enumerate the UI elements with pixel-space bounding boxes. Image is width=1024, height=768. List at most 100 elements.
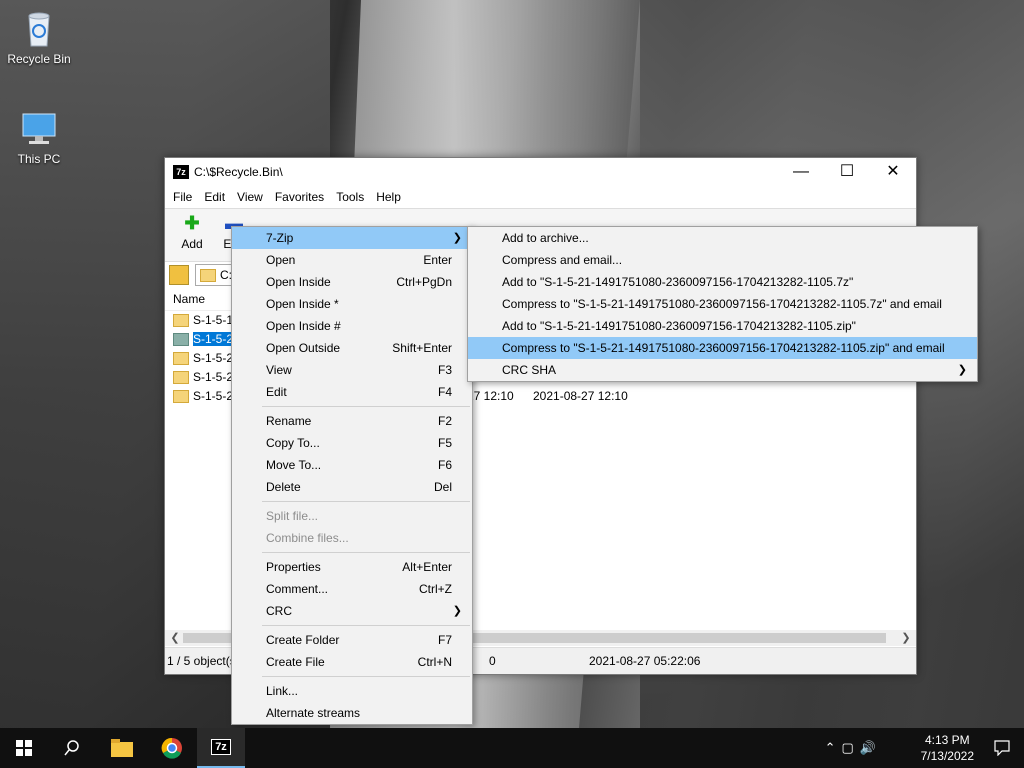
menu-item[interactable]: Link... xyxy=(232,680,472,702)
submenu-arrow-icon: ❯ xyxy=(452,605,462,617)
menu-item[interactable]: Edit F4 xyxy=(232,381,472,403)
close-button[interactable]: ✕ xyxy=(870,158,916,186)
minimize-button[interactable]: — xyxy=(778,158,824,186)
desktop-icon-this-pc[interactable]: This PC xyxy=(1,108,77,166)
menu-item-shortcut: Ctrl+PgDn xyxy=(396,275,452,289)
7zip-app-icon: 7z xyxy=(173,165,189,179)
menu-item[interactable]: Alternate streams xyxy=(232,702,472,724)
folder-icon xyxy=(173,352,189,366)
menu-item: Combine files... xyxy=(232,527,472,549)
volume-icon[interactable]: 🔊 xyxy=(860,740,882,755)
menu-item[interactable]: Compress and email... xyxy=(468,249,977,271)
menu-separator xyxy=(262,501,470,502)
menu-item-label: Split file... xyxy=(266,509,319,523)
menu-tools[interactable]: Tools xyxy=(330,190,370,204)
file-explorer-button[interactable] xyxy=(98,728,146,768)
submenu-arrow-icon: ❯ xyxy=(957,364,967,376)
windows-logo-icon xyxy=(16,740,32,756)
menu-item-label: CRC xyxy=(266,604,292,618)
desktop-icon-recycle-bin[interactable]: Recycle Bin xyxy=(1,8,77,66)
network-icon[interactable]: ▢ xyxy=(842,740,860,755)
add-label: Add xyxy=(181,237,203,251)
menu-item[interactable]: Add to "S-1-5-21-1491751080-2360097156-1… xyxy=(468,271,977,293)
menu-item-label: Copy To... xyxy=(266,436,320,450)
menu-item[interactable]: Comment... Ctrl+Z xyxy=(232,578,472,600)
menu-separator xyxy=(262,406,470,407)
file-created: 2021-08-27 12:10 xyxy=(533,389,628,403)
menu-item-label: Rename xyxy=(266,414,312,428)
menu-item[interactable]: Copy To... F5 xyxy=(232,432,472,454)
folder-icon xyxy=(173,390,189,404)
menu-item-shortcut: Ctrl+Z xyxy=(419,582,452,596)
show-hidden-icons-icon[interactable]: ⌃ xyxy=(825,740,842,755)
taskbar: 7z ⌃▢🔊 4:13 PM 7/13/2022 xyxy=(0,728,1024,768)
folder-icon xyxy=(173,333,189,347)
menu-item[interactable]: Delete Del xyxy=(232,476,472,498)
search-button[interactable] xyxy=(48,728,96,768)
menu-item[interactable]: Create Folder F7 xyxy=(232,629,472,651)
clock[interactable]: 4:13 PM 7/13/2022 xyxy=(921,732,974,764)
menu-file[interactable]: File xyxy=(167,190,198,204)
menu-item-label: Open Inside xyxy=(266,275,331,289)
menu-help[interactable]: Help xyxy=(370,190,407,204)
menu-item[interactable]: Compress to "S-1-5-21-1491751080-2360097… xyxy=(468,337,977,359)
menu-separator xyxy=(262,625,470,626)
window-title: C:\$Recycle.Bin\ xyxy=(194,165,283,179)
start-button[interactable] xyxy=(0,728,48,768)
menu-item[interactable]: Create File Ctrl+N xyxy=(232,651,472,673)
menu-item[interactable]: Open Inside # xyxy=(232,315,472,337)
7zip-taskbar-button[interactable]: 7z xyxy=(197,728,245,768)
menu-item-shortcut: Del xyxy=(433,480,452,494)
menu-item-shortcut: F4 xyxy=(437,385,452,399)
notification-button[interactable] xyxy=(980,728,1024,768)
search-icon xyxy=(64,740,79,756)
menu-item-shortcut: F3 xyxy=(437,363,452,377)
menu-item[interactable]: Open Inside Ctrl+PgDn xyxy=(232,271,472,293)
title-bar[interactable]: 7z C:\$Recycle.Bin\ — ☐ ✕ xyxy=(165,158,916,186)
menu-item-label: Create Folder xyxy=(266,633,340,647)
menu-item-label: Add to archive... xyxy=(502,231,589,245)
menu-item[interactable]: Properties Alt+Enter xyxy=(232,556,472,578)
menu-item[interactable]: Open Inside * xyxy=(232,293,472,315)
menu-item[interactable]: Add to archive... xyxy=(468,227,977,249)
menu-item-shortcut: Enter xyxy=(423,253,452,267)
scroll-left-icon[interactable]: ❮ xyxy=(167,630,183,646)
menu-item-label: Delete xyxy=(266,480,301,494)
menu-item-shortcut: Alt+Enter xyxy=(402,560,452,574)
menu-item-label: Properties xyxy=(266,560,321,574)
maximize-button[interactable]: ☐ xyxy=(824,158,870,186)
menu-item[interactable]: Rename F2 xyxy=(232,410,472,432)
menu-item-label: Comment... xyxy=(266,582,329,596)
menu-item[interactable]: Compress to "S-1-5-21-1491751080-2360097… xyxy=(468,293,977,315)
menu-item[interactable]: CRC ❯ xyxy=(232,600,472,622)
menu-item-label: Open xyxy=(266,253,296,267)
chrome-button[interactable] xyxy=(148,728,196,768)
menu-item-label: View xyxy=(266,363,292,377)
menu-item[interactable]: Open Enter xyxy=(232,249,472,271)
menu-item-label: Alternate streams xyxy=(266,706,361,720)
scroll-right-icon[interactable]: ❯ xyxy=(898,630,914,646)
menu-separator xyxy=(262,676,470,677)
menu-item[interactable]: Add to "S-1-5-21-1491751080-2360097156-1… xyxy=(468,315,977,337)
add-button[interactable]: ✚ Add xyxy=(171,213,213,251)
menu-item-label: Add to "S-1-5-21-1491751080-2360097156-1… xyxy=(502,275,854,289)
menu-view[interactable]: View xyxy=(231,190,269,204)
menu-item-shortcut: Shift+Enter xyxy=(392,341,452,355)
up-folder-icon[interactable] xyxy=(169,265,189,285)
desktop-icon-label: This PC xyxy=(17,152,61,166)
system-tray: ⌃▢🔊 xyxy=(825,740,882,756)
menu-favorites[interactable]: Favorites xyxy=(269,190,330,204)
menu-item[interactable]: Move To... F6 xyxy=(232,454,472,476)
menu-item-shortcut: F6 xyxy=(437,458,452,472)
menu-item[interactable]: View F3 xyxy=(232,359,472,381)
menu-item-label: Move To... xyxy=(266,458,322,472)
menu-item-shortcut: F7 xyxy=(437,633,452,647)
menu-item-label: Add to "S-1-5-21-1491751080-2360097156-1… xyxy=(502,319,856,333)
7zip-submenu: Add to archive... Compress and email... Ad… xyxy=(467,226,978,382)
menu-edit[interactable]: Edit xyxy=(198,190,231,204)
menu-item-label: Compress and email... xyxy=(502,253,623,267)
menu-item[interactable]: 7-Zip ❯ xyxy=(232,227,472,249)
menu-item[interactable]: Open Outside Shift+Enter xyxy=(232,337,472,359)
menu-item[interactable]: CRC SHA ❯ xyxy=(468,359,977,381)
folder-icon xyxy=(173,314,189,328)
